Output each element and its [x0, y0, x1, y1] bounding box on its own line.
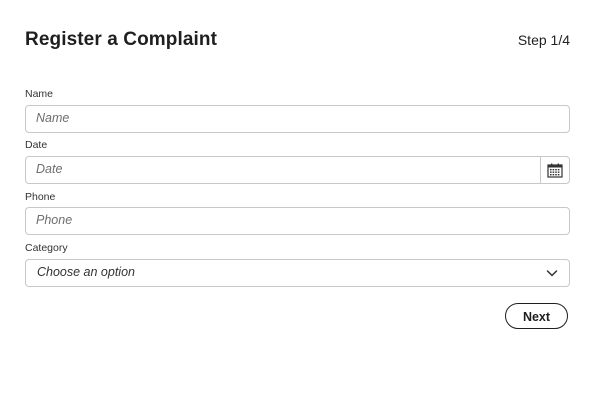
name-placeholder: Name	[36, 111, 70, 125]
category-select[interactable]: Choose an option	[25, 259, 570, 287]
form-header: Register a Complaint Step 1/4	[25, 29, 570, 55]
complaint-form-page: Register a Complaint Step 1/4 Name Name …	[25, 0, 570, 400]
date-placeholder: Date	[36, 162, 63, 176]
phone-placeholder: Phone	[36, 213, 73, 227]
step-indicator: Step 1/4	[517, 32, 570, 48]
category-selected-value: Choose an option	[37, 265, 135, 279]
next-button[interactable]: Next	[505, 303, 568, 329]
page-title: Register a Complaint	[25, 29, 218, 50]
category-label: Category	[25, 242, 68, 254]
calendar-icon	[547, 163, 563, 178]
name-field[interactable]: Name	[25, 105, 570, 133]
name-label: Name	[25, 88, 54, 100]
date-field[interactable]: Date	[25, 156, 570, 184]
phone-field[interactable]: Phone	[25, 207, 570, 235]
phone-label: Phone	[25, 191, 56, 203]
date-label: Date	[25, 139, 48, 151]
date-picker-button[interactable]	[540, 157, 569, 183]
chevron-down-icon	[546, 270, 558, 277]
